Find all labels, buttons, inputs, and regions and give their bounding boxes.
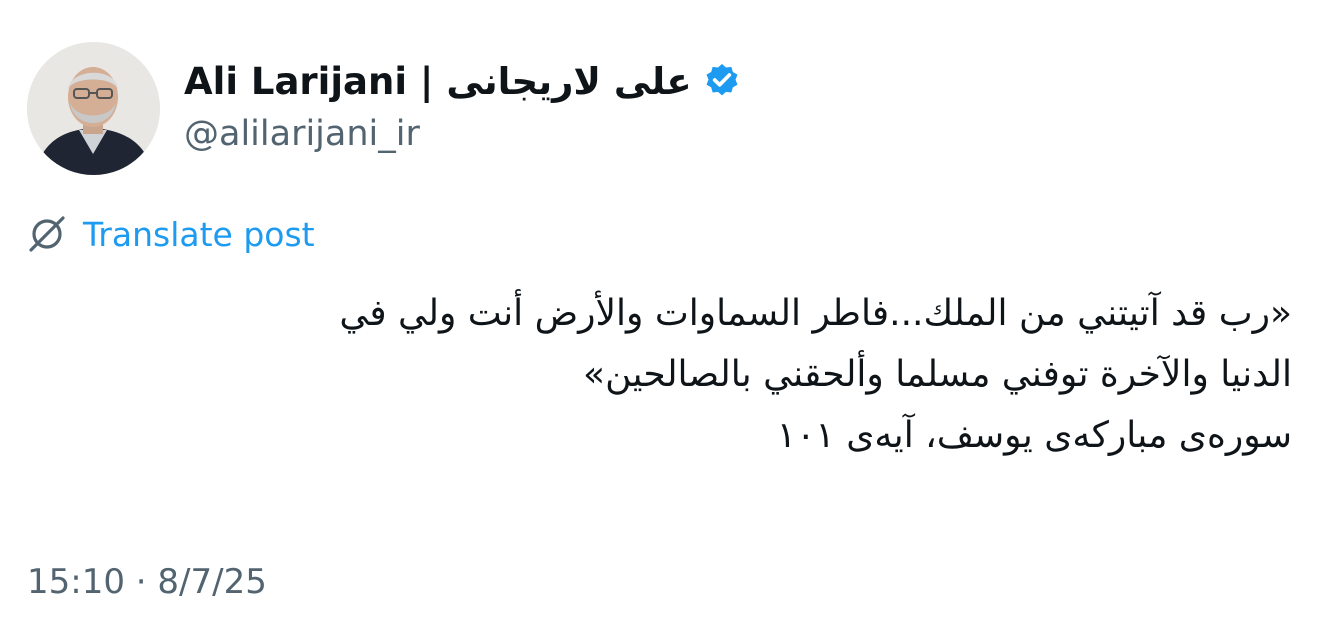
avatar[interactable] <box>27 42 160 175</box>
author-display-name[interactable]: Ali Larijani | علی لاریجانی <box>184 60 692 103</box>
verified-badge-icon[interactable] <box>702 61 742 101</box>
post-line: «رب قد آتيتني من الملك...فاطر السماوات و… <box>339 293 1292 334</box>
translate-icon <box>27 214 67 254</box>
author-name-row: Ali Larijani | علی لاریجانی <box>184 56 742 106</box>
post-text: «رب قد آتيتني من الملك...فاطر السماوات و… <box>62 283 1292 466</box>
post-line: سوره‌ی مبارکه‌ی یوسف، آیه‌ی ۱۰۱ <box>776 415 1292 456</box>
post-timestamp[interactable]: 15:10 · 8/7/25 <box>27 562 267 602</box>
translate-post-link[interactable]: Translate post <box>27 214 315 254</box>
translate-post-label[interactable]: Translate post <box>83 215 315 254</box>
author-handle[interactable]: @alilarijani_ir <box>184 114 420 154</box>
post-line: الدنيا والآخرة توفني مسلما وألحقني بالصا… <box>583 354 1292 395</box>
